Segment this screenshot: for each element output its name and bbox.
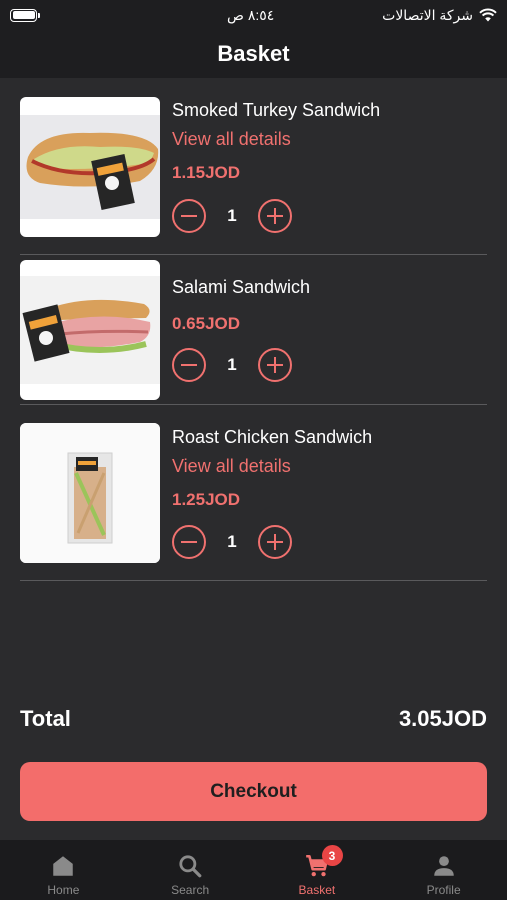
tab-label: Search xyxy=(171,883,210,897)
wifi-icon xyxy=(479,8,497,22)
total-label: Total xyxy=(20,706,71,731)
item-price: 1.25JOD xyxy=(172,490,241,509)
quantity-value: 1 xyxy=(227,355,237,374)
increase-quantity-button[interactable] xyxy=(258,525,292,559)
quantity-value: 1 xyxy=(227,206,237,225)
home-icon xyxy=(53,856,74,876)
view-details-link[interactable]: View all details xyxy=(172,456,291,477)
tab-basket[interactable]: Basket 3 xyxy=(254,840,381,900)
battery-icon xyxy=(10,8,40,22)
carrier-name: شركة الاتصالات xyxy=(382,6,473,23)
page-title: Basket xyxy=(217,41,290,66)
decrease-quantity-button[interactable] xyxy=(172,199,206,233)
quantity-stepper: 1 xyxy=(172,199,292,233)
search-icon xyxy=(179,855,202,878)
cart-count-badge: 3 xyxy=(321,845,343,866)
basket-item: Salami Sandwich 0.65JOD 1 xyxy=(20,255,487,405)
view-details-link[interactable]: View all details xyxy=(172,129,291,150)
basket-item: Roast Chicken Sandwich View all details … xyxy=(20,405,487,581)
total-value: 3.05JOD xyxy=(398,706,487,731)
decrease-quantity-button[interactable] xyxy=(172,348,206,382)
item-name: Roast Chicken Sandwich xyxy=(172,427,373,447)
header: Basket xyxy=(0,30,507,78)
quantity-value: 1 xyxy=(227,532,237,551)
tab-label: Home xyxy=(47,883,80,897)
item-name: Smoked Turkey Sandwich xyxy=(172,100,381,120)
sandwich-image[interactable] xyxy=(20,260,160,400)
tab-profile[interactable]: Profile xyxy=(380,840,507,900)
person-icon xyxy=(433,856,454,876)
item-price: 1.15JOD xyxy=(172,163,241,182)
basket-item: Smoked Turkey Sandwich View all details … xyxy=(20,96,487,255)
status-bar: ٨:٥٤ ص شركة الاتصالات xyxy=(0,0,507,30)
bottom-tab-bar: Home Search Basket 3 Profile xyxy=(0,840,507,900)
decrease-quantity-button[interactable] xyxy=(172,525,206,559)
sandwich-image[interactable] xyxy=(20,423,160,563)
quantity-stepper: 1 xyxy=(172,525,292,559)
tab-search[interactable]: Search xyxy=(127,840,254,900)
total-row: Total 3.05JOD xyxy=(20,702,487,736)
quantity-stepper: 1 xyxy=(172,348,292,382)
item-name: Salami Sandwich xyxy=(172,277,311,297)
increase-quantity-button[interactable] xyxy=(258,348,292,382)
tab-label: Basket xyxy=(298,883,336,897)
item-price: 0.65JOD xyxy=(172,314,241,333)
sandwich-image[interactable] xyxy=(20,97,160,237)
increase-quantity-button[interactable] xyxy=(258,199,292,233)
tab-label: Profile xyxy=(426,883,461,897)
checkout-button[interactable]: Checkout xyxy=(20,762,487,821)
status-time: ٨:٥٤ ص xyxy=(227,6,275,23)
tab-home[interactable]: Home xyxy=(0,840,127,900)
